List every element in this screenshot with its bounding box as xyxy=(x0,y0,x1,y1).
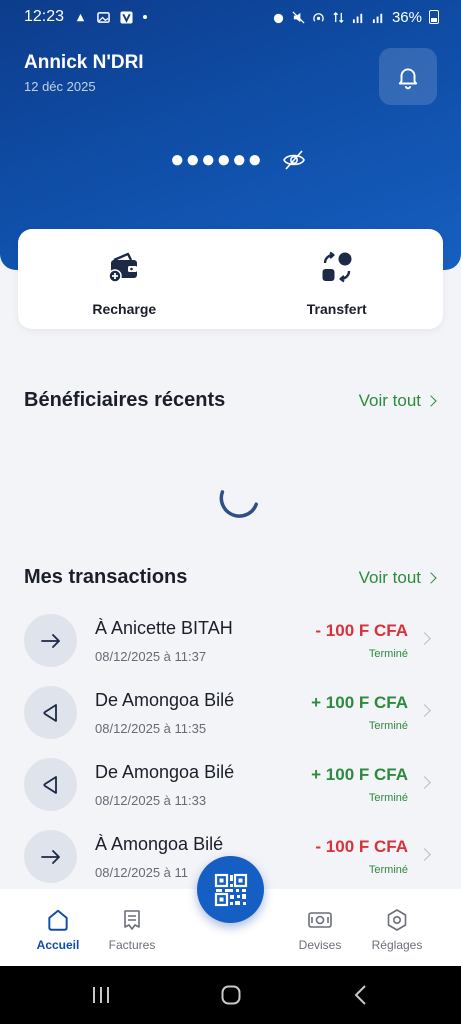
transaction-amount: - 100 F CFA xyxy=(315,621,408,640)
transfer-icon xyxy=(317,247,357,287)
alarm-icon xyxy=(273,13,284,23)
qr-scan-button[interactable] xyxy=(197,856,264,923)
transaction-status: Terminé xyxy=(368,864,408,876)
currency-icon xyxy=(307,907,333,933)
nav-invoices-label: Factures xyxy=(108,938,156,952)
data-icon xyxy=(333,11,344,23)
incoming-arrow-icon xyxy=(24,686,77,739)
chevron-right-icon xyxy=(418,632,431,645)
wallet-add-icon xyxy=(104,247,144,287)
mute-icon xyxy=(292,10,305,24)
battery-text: 36% xyxy=(391,8,422,26)
nav-invoices[interactable]: Factures xyxy=(92,907,172,952)
incoming-arrow-icon xyxy=(24,758,77,811)
recharge-button[interactable]: Recharge xyxy=(18,229,231,329)
transaction-date: 08/12/2025 à 11:33 xyxy=(95,793,207,808)
home-icon xyxy=(45,907,71,933)
see-all-label: Voir tout xyxy=(358,391,421,410)
transfer-button[interactable]: Transfert xyxy=(231,229,444,329)
chevron-right-icon xyxy=(418,848,431,861)
quick-actions-card: Recharge Transfert xyxy=(18,229,443,329)
nav-currencies[interactable]: Devises xyxy=(280,907,360,952)
nav-currencies-label: Devises xyxy=(298,938,342,952)
transaction-row[interactable]: De Amongoa Bilé 08/12/2025 à 11:35 + 100… xyxy=(0,686,461,752)
transaction-row[interactable]: À Anicette BITAH 08/12/2025 à 11:37 - 10… xyxy=(0,614,461,680)
balance-row: ●●●●●● xyxy=(170,146,307,174)
transaction-row[interactable]: De Amongoa Bilé 08/12/2025 à 11:33 + 100… xyxy=(0,758,461,824)
rocket-icon xyxy=(76,13,85,21)
transaction-status: Terminé xyxy=(368,720,408,732)
transaction-name: De Amongoa Bilé xyxy=(95,690,235,710)
bell-icon xyxy=(398,67,418,89)
loading-spinner-icon xyxy=(219,490,259,518)
user-name: Annick N'DRI xyxy=(24,52,144,73)
image-icon xyxy=(97,11,110,23)
toggle-balance-button[interactable] xyxy=(281,147,307,173)
outgoing-arrow-icon xyxy=(24,614,77,667)
back-button[interactable] xyxy=(346,982,376,1008)
notifications-button[interactable] xyxy=(379,48,437,105)
transaction-amount: + 100 F CFA xyxy=(311,693,408,712)
beneficiaries-see-all-link[interactable]: Voir tout xyxy=(358,391,437,411)
header-date: 12 déc 2025 xyxy=(24,79,96,94)
transactions-see-all-link[interactable]: Voir tout xyxy=(358,568,437,588)
recharge-label: Recharge xyxy=(92,301,157,317)
app-v-icon xyxy=(120,10,133,24)
chevron-right-icon xyxy=(425,572,437,584)
transaction-name: À Amongoa Bilé xyxy=(95,834,224,854)
eye-off-icon xyxy=(283,150,305,170)
transaction-status: Terminé xyxy=(368,792,408,804)
home-system-button[interactable] xyxy=(216,982,246,1008)
home-circle-icon xyxy=(221,985,241,1005)
nav-home[interactable]: Accueil xyxy=(18,907,98,952)
transaction-name: À Anicette BITAH xyxy=(95,618,233,638)
outgoing-arrow-icon xyxy=(24,830,77,883)
invoice-icon xyxy=(119,907,145,933)
transaction-amount: - 100 F CFA xyxy=(315,837,408,856)
beneficiaries-title: Bénéficiaires récents xyxy=(24,389,226,411)
qr-code-icon xyxy=(214,873,247,906)
nav-settings[interactable]: Réglages xyxy=(357,907,437,952)
chevron-right-icon xyxy=(418,776,431,789)
status-time: 12:23 xyxy=(24,8,65,25)
balance-hidden: ●●●●●● xyxy=(170,146,263,173)
transaction-name: De Amongoa Bilé xyxy=(95,762,235,782)
nav-home-label: Accueil xyxy=(36,938,80,952)
system-navigation-bar xyxy=(0,966,461,1024)
transaction-date: 08/12/2025 à 11 xyxy=(95,865,189,880)
chevron-right-icon xyxy=(418,704,431,717)
transaction-amount: + 100 F CFA xyxy=(311,765,408,784)
battery-icon xyxy=(429,10,439,24)
nav-settings-label: Réglages xyxy=(371,938,423,952)
transfer-label: Transfert xyxy=(306,301,367,317)
recents-icon xyxy=(93,987,109,1003)
status-bar: 12:23 36% xyxy=(0,0,461,34)
back-icon xyxy=(355,985,366,1005)
transaction-status: Terminé xyxy=(368,648,408,660)
settings-icon xyxy=(384,907,410,933)
see-all-label: Voir tout xyxy=(358,568,421,587)
transaction-date: 08/12/2025 à 11:37 xyxy=(95,649,207,664)
transaction-date: 08/12/2025 à 11:35 xyxy=(95,721,207,736)
chevron-right-icon xyxy=(425,395,437,407)
notification-dot-icon xyxy=(143,15,148,19)
signal-icon-2 xyxy=(372,13,383,23)
transactions-title: Mes transactions xyxy=(24,566,188,588)
recents-button[interactable] xyxy=(86,982,116,1008)
signal-icon xyxy=(352,13,363,23)
hotspot-icon xyxy=(313,12,324,22)
